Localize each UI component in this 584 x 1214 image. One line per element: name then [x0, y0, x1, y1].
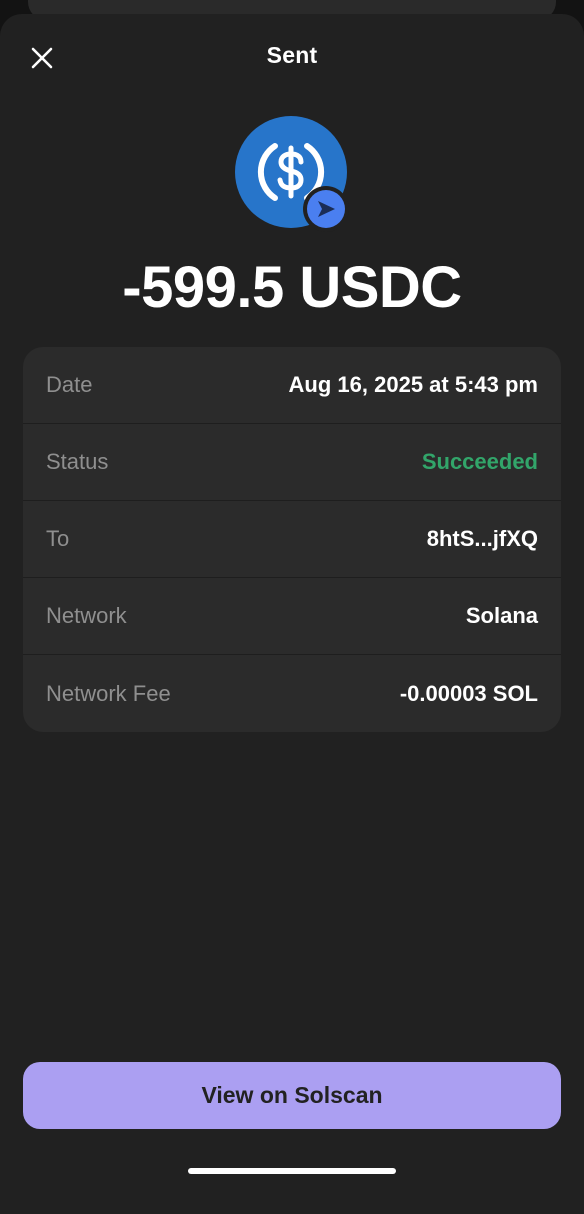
status-badge: Succeeded [421, 449, 538, 474]
view-on-solscan-button[interactable]: View on Solscan [23, 1062, 561, 1129]
detail-value-network-fee: -0.00003 SOL [399, 680, 538, 706]
detail-label: Status [46, 449, 109, 474]
home-indicator [188, 1168, 396, 1174]
page-title: Sent [266, 42, 318, 68]
transaction-amount: -599.5 USDC [122, 255, 462, 320]
recipient-address[interactable]: 8htS...jfXQ [427, 526, 538, 552]
detail-row-network: Network Solana [23, 578, 561, 655]
detail-label: Network Fee [46, 680, 171, 706]
detail-row-network-fee: Network Fee -0.00003 SOL [23, 655, 561, 732]
transaction-details-card: Date Aug 16, 2025 at 5:43 pm Status Succ… [23, 347, 561, 732]
detail-value-date: Aug 16, 2025 at 5:43 pm [288, 372, 538, 397]
token-avatar [235, 116, 351, 232]
send-badge [303, 186, 349, 232]
transaction-detail-sheet: Sent -599.5 USDC Date Aug 16, 2025 at 5:… [0, 14, 584, 1214]
send-arrow-icon [318, 201, 335, 217]
detail-row-to[interactable]: To 8htS...jfXQ [23, 501, 561, 578]
detail-row-date: Date Aug 16, 2025 at 5:43 pm [23, 347, 561, 424]
detail-value-network: Solana [465, 603, 538, 628]
detail-label: Date [46, 372, 93, 397]
detail-label: To [46, 526, 70, 551]
detail-label: Network [46, 603, 127, 628]
detail-row-status: Status Succeeded [23, 424, 561, 501]
